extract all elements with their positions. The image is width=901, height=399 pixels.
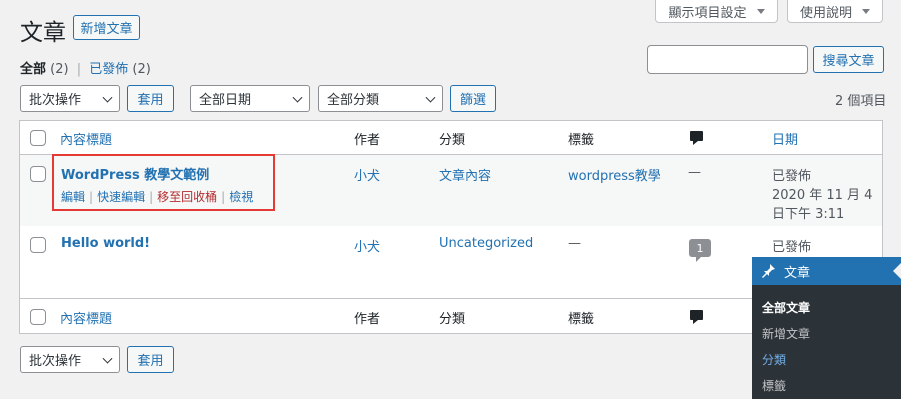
row-checkbox[interactable] (30, 166, 46, 182)
comment-icon[interactable] (690, 131, 703, 145)
screen-options-label: 顯示項目設定 (668, 5, 747, 21)
apply-button-top[interactable]: 套用 (127, 85, 174, 112)
post-author-link[interactable]: 小犬 (354, 165, 380, 184)
menu-item-add-new[interactable]: 新增文章 (762, 325, 810, 342)
select-all-checkbox-bottom[interactable] (30, 309, 46, 325)
posts-menu-header[interactable]: 文章 (752, 257, 901, 285)
column-date-header[interactable]: 日期 (772, 129, 798, 148)
search-input[interactable] (647, 45, 808, 74)
post-title-link[interactable]: Hello world! (61, 236, 150, 251)
caret-down-icon (756, 8, 765, 14)
post-date-line1: 2020 年 11 月 4 (772, 188, 873, 203)
column-categories-header: 分類 (439, 133, 466, 148)
filter-all-count: (2) (50, 62, 69, 77)
page-title: 文章 (20, 20, 66, 46)
menu-item-all-posts[interactable]: 全部文章 (762, 299, 810, 316)
comment-count-bubble[interactable]: 1 (689, 239, 711, 262)
chevron-down-icon (425, 92, 436, 103)
date-filter-select[interactable]: 全部日期 (190, 85, 310, 112)
bulk-actions-value: 批次操作 (29, 93, 82, 108)
post-tags: — (568, 236, 581, 251)
chevron-down-icon (102, 353, 113, 364)
filter-published-count: (2) (132, 62, 151, 77)
filter-separator: | (76, 62, 82, 77)
bulk-actions-select-top[interactable]: 批次操作 (20, 85, 120, 112)
post-category-link[interactable]: 文章內容 (439, 165, 491, 184)
view-link[interactable]: 檢視 (229, 190, 253, 204)
bulk-actions-value: 批次操作 (29, 354, 82, 369)
column-author-header: 作者 (354, 133, 381, 148)
category-filter-value: 全部分類 (327, 93, 380, 108)
menu-item-tags[interactable]: 標籤 (762, 377, 786, 394)
post-category-link[interactable]: Uncategorized (439, 236, 533, 251)
status-filter-links: 全部 (2) | 已發佈 (2) (20, 58, 151, 77)
apply-button-bottom[interactable]: 套用 (127, 346, 174, 373)
post-author-link[interactable]: 小犬 (354, 236, 380, 255)
post-status: 已發佈 (772, 240, 812, 255)
post-title-link[interactable]: WordPress 教學文範例 (61, 164, 209, 183)
bulk-actions-select-bottom[interactable]: 批次操作 (20, 346, 120, 373)
post-comments: — (688, 165, 701, 180)
filter-all-link[interactable]: 全部 (20, 62, 46, 77)
edit-link[interactable]: 編輯 (61, 190, 85, 204)
select-all-checkbox[interactable] (30, 130, 46, 146)
filter-published-link[interactable]: 已發佈 (89, 62, 128, 77)
chevron-down-icon (102, 92, 113, 103)
posts-menu-title: 文章 (784, 265, 811, 281)
category-filter-select[interactable]: 全部分類 (318, 85, 443, 112)
caret-down-icon (862, 8, 870, 14)
pin-icon (762, 264, 775, 278)
item-count: 2 個項目 (835, 94, 887, 109)
help-label: 使用說明 (799, 5, 852, 21)
help-tab[interactable]: 使用說明 (787, 0, 883, 23)
screen-options-tab[interactable]: 顯示項目設定 (655, 0, 778, 23)
row-checkbox[interactable] (30, 237, 46, 253)
menu-pointer-arrow (893, 262, 901, 280)
post-date-line2: 日下午 3:11 (772, 207, 845, 222)
column-categories-footer: 分類 (439, 312, 466, 327)
chevron-down-icon (292, 92, 303, 103)
menu-item-categories[interactable]: 分類 (762, 351, 786, 368)
column-author-footer: 作者 (354, 312, 381, 327)
column-title-footer[interactable]: 內容標題 (60, 308, 112, 327)
quick-edit-link[interactable]: 快速編輯 (97, 190, 145, 204)
column-title-header[interactable]: 內容標題 (60, 129, 112, 148)
search-posts-button[interactable]: 搜尋文章 (813, 46, 884, 73)
date-filter-value: 全部日期 (199, 93, 252, 108)
post-status: 已發佈 (772, 169, 812, 184)
comment-icon[interactable] (690, 310, 703, 324)
column-tags-header: 標籤 (568, 133, 595, 148)
trash-link[interactable]: 移至回收桶 (157, 190, 217, 204)
row-actions: 編輯 | 快速編輯 | 移至回收桶 | 檢視 (61, 190, 254, 204)
column-tags-footer: 標籤 (568, 312, 595, 327)
post-tag-link[interactable]: wordpress教學 (568, 165, 661, 184)
filter-button[interactable]: 篩選 (450, 85, 496, 112)
add-new-post-button[interactable]: 新增文章 (73, 15, 140, 40)
